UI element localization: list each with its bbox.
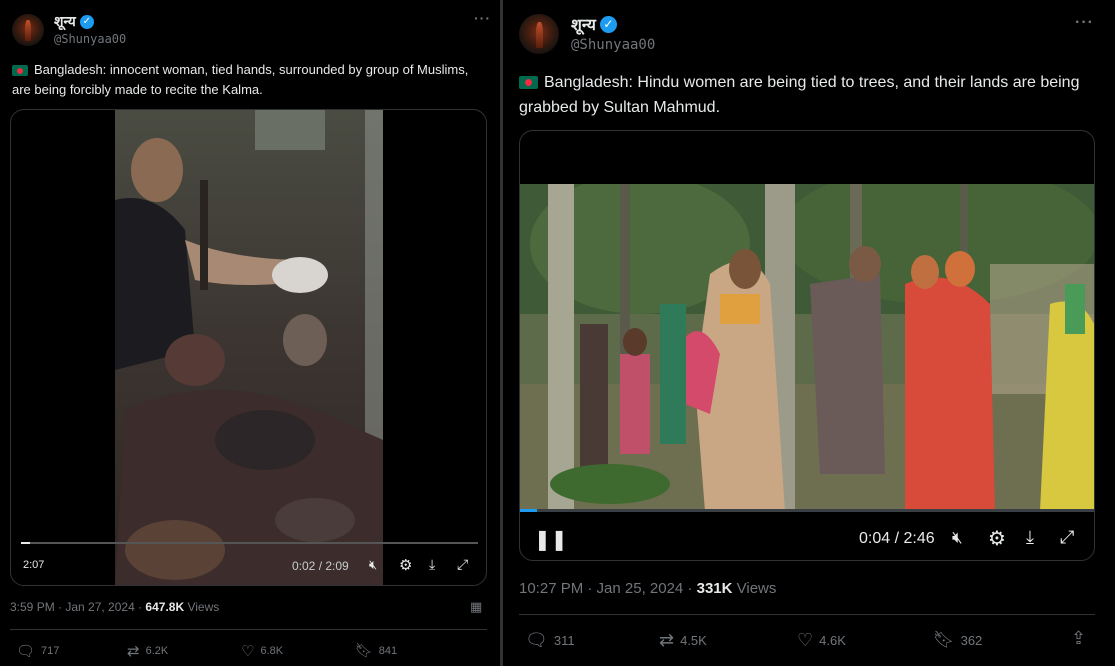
bookmark-icon: 🔖︎ — [933, 630, 955, 649]
video-still — [520, 184, 1094, 511]
analytics-icon[interactable]: ▦ — [470, 599, 482, 615]
tweet-text: Bangladesh: innocent woman, tied hands, … — [12, 60, 482, 100]
repost-icon: ⇄ — [127, 643, 140, 660]
repost-button[interactable]: ⇄ 4.5K — [659, 630, 707, 651]
mute-icon[interactable]: 🔇︎ — [369, 557, 377, 573]
views-count: 331K — [696, 580, 733, 597]
bangladesh-flag-icon — [519, 76, 538, 89]
video-still — [115, 110, 383, 585]
views-label: Views — [184, 600, 220, 614]
timestamp[interactable]: 10:27 PM · Jan 25, 2024 · — [519, 580, 697, 597]
share-icon[interactable]: ⇪ — [1071, 628, 1086, 649]
heart-icon: ♡ — [797, 630, 814, 650]
heart-icon: ♡ — [241, 643, 255, 660]
pip-icon[interactable]: ⤓ — [429, 556, 435, 573]
video-badge: 2:07 — [23, 559, 45, 571]
tweet-text-body: Bangladesh: innocent woman, tied hands, … — [12, 62, 469, 97]
video-frame — [520, 184, 1094, 511]
avatar[interactable] — [519, 14, 559, 54]
video-player[interactable]: ❚❚ 0:04 / 2:46 🔇︎ ⚙ ⤓ ⤢ — [519, 130, 1095, 561]
video-player[interactable]: 2:07 0:02 / 2:09 🔇︎ ⚙ ⤓ ⤢ — [10, 109, 487, 586]
video-progress-track[interactable] — [21, 542, 478, 544]
repost-icon: ⇄ — [659, 630, 675, 650]
bookmark-count: 362 — [960, 632, 983, 648]
tweet-text-body: Bangladesh: Hindu women are being tied t… — [519, 74, 1080, 116]
views-count: 647.8K — [145, 600, 185, 614]
video-time: 0:02 / 2:09 — [292, 559, 349, 573]
views-label: Views — [732, 580, 777, 597]
timestamp[interactable]: 3:59 PM · Jan 27, 2024 · — [10, 600, 145, 614]
tweet-left: शून्य ✓ @Shunyaa00 ··· Bangladesh: innoc… — [0, 0, 500, 666]
bookmark-button[interactable]: 🔖︎ 841 — [355, 642, 397, 659]
pip-icon[interactable]: ⤓ — [1026, 527, 1034, 548]
handle[interactable]: @Shunyaa00 — [571, 37, 655, 53]
separator — [519, 614, 1095, 615]
display-name[interactable]: शून्य ✓ — [54, 12, 94, 31]
bookmark-button[interactable]: 🔖︎ 362 — [933, 630, 982, 650]
avatar[interactable] — [12, 14, 44, 46]
repost-button[interactable]: ⇄ 6.2K — [127, 642, 168, 660]
video-frame — [115, 110, 383, 585]
video-progress-track[interactable] — [520, 509, 1094, 512]
more-options-icon[interactable]: ··· — [1075, 14, 1094, 32]
fullscreen-icon[interactable]: ⤢ — [457, 556, 468, 573]
handle[interactable]: @Shunyaa00 — [54, 32, 126, 46]
bookmark-count: 841 — [378, 644, 398, 657]
reply-icon: 🗨︎ — [16, 643, 36, 660]
tweet-metadata: 10:27 PM · Jan 25, 2024 · 331K Views — [519, 580, 776, 597]
fullscreen-icon[interactable]: ⤢ — [1060, 527, 1074, 548]
repost-count: 6.2K — [145, 645, 169, 657]
reply-button[interactable]: 🗨︎ 717 — [16, 642, 59, 660]
tweet-text: Bangladesh: Hindu women are being tied t… — [519, 70, 1099, 120]
reply-count: 717 — [41, 645, 60, 657]
repost-count: 4.5K — [680, 633, 707, 648]
mute-icon[interactable]: 🔇︎ — [952, 528, 963, 548]
separator — [10, 629, 487, 630]
display-name-text: शून्य — [571, 17, 596, 34]
like-count: 6.8K — [260, 645, 284, 657]
like-button[interactable]: ♡ 6.8K — [241, 642, 283, 660]
video-progress-fill — [520, 509, 538, 512]
like-count: 4.6K — [819, 633, 846, 648]
display-name-text: शून्य — [54, 13, 76, 29]
verified-badge-icon: ✓ — [599, 15, 617, 33]
display-name[interactable]: शून्य ✓ — [571, 13, 617, 35]
settings-icon[interactable]: ⚙ — [399, 556, 412, 574]
like-button[interactable]: ♡ 4.6K — [797, 630, 846, 651]
reply-button[interactable]: 🗨︎ 311 — [525, 630, 575, 651]
settings-icon[interactable]: ⚙ — [988, 526, 1006, 551]
bookmark-icon: 🔖︎ — [355, 642, 373, 658]
video-progress-fill — [21, 542, 31, 544]
bangladesh-flag-icon — [12, 65, 28, 76]
more-options-icon[interactable]: ··· — [474, 10, 491, 26]
reply-icon: 🗨︎ — [525, 630, 548, 650]
pause-button[interactable]: ❚❚ — [534, 527, 568, 552]
video-time: 0:04 / 2:46 — [859, 530, 935, 547]
reply-count: 311 — [553, 633, 575, 648]
tweet-right: शून्य ✓ @Shunyaa00 ··· Bangladesh: Hindu… — [503, 0, 1115, 666]
tweet-metadata: 3:59 PM · Jan 27, 2024 · 647.8K Views — [10, 600, 219, 614]
verified-badge-icon: ✓ — [79, 14, 94, 29]
